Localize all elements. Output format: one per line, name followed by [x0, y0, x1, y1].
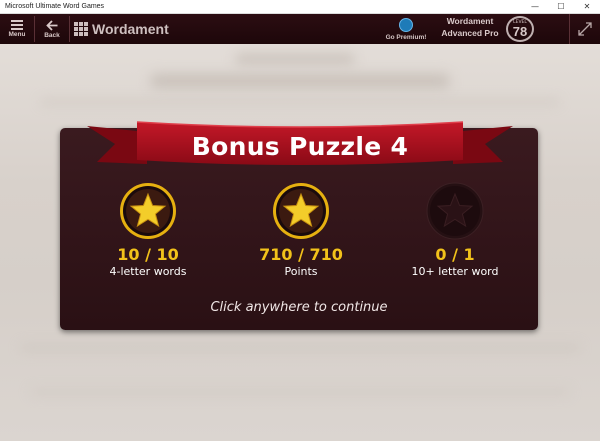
back-button[interactable]: Back: [35, 14, 69, 44]
stat-caption: 10+ letter word: [411, 265, 499, 278]
stat-value: 0 / 1: [435, 245, 475, 264]
back-label: Back: [44, 31, 60, 39]
expand-icon: [578, 22, 592, 36]
window-title: Microsoft Ultimate Word Games: [5, 3, 105, 10]
menu-button[interactable]: Menu: [0, 14, 34, 44]
divider: [69, 16, 70, 42]
gold-star-medal-icon: [273, 183, 329, 239]
premium-icon: [399, 17, 413, 32]
back-arrow-icon: [46, 19, 58, 31]
gold-star-medal-icon: [120, 183, 176, 239]
advanced-line1: Wordament: [446, 16, 494, 26]
brand: Wordament: [74, 21, 169, 37]
stat-ten-plus-letter-word: 0 / 1 10+ letter word: [375, 181, 535, 278]
stat-value: 710 / 710: [259, 245, 343, 264]
close-button[interactable]: ✕: [574, 0, 600, 14]
premium-label: Go Premium!: [385, 33, 427, 41]
stat-caption: 4-letter words: [109, 265, 187, 278]
maximize-button[interactable]: ☐: [548, 0, 574, 14]
stat-four-letter-words: 10 / 10 4-letter words: [68, 181, 228, 278]
menu-label: Menu: [8, 31, 26, 38]
empty-star-medal-icon: [426, 182, 484, 240]
level-badge: LEVEL 78: [506, 16, 534, 42]
wordament-grid-icon: [74, 22, 88, 36]
stat-points: 710 / 710 Points: [221, 181, 381, 278]
hamburger-icon: [11, 20, 23, 30]
go-premium-button[interactable]: Go Premium!: [380, 14, 432, 44]
app-bar: Menu Back Wordament Go Premium! Wordamen…: [0, 14, 600, 44]
level-value: 78: [512, 24, 528, 39]
window-title-bar: Microsoft Ultimate Word Games — ☐ ✕: [0, 0, 600, 14]
minimize-button[interactable]: —: [522, 0, 548, 14]
continue-prompt[interactable]: Click anywhere to continue: [60, 300, 538, 315]
brand-name: Wordament: [92, 21, 169, 37]
expand-button[interactable]: [569, 14, 600, 44]
dialog-title: Bonus Puzzle 4: [191, 132, 409, 161]
advanced-line2: Advanced Pro: [441, 28, 499, 38]
stat-caption: Points: [284, 265, 318, 278]
advanced-pro-label[interactable]: Wordament Advanced Pro: [436, 15, 504, 39]
stat-value: 10 / 10: [117, 245, 179, 264]
